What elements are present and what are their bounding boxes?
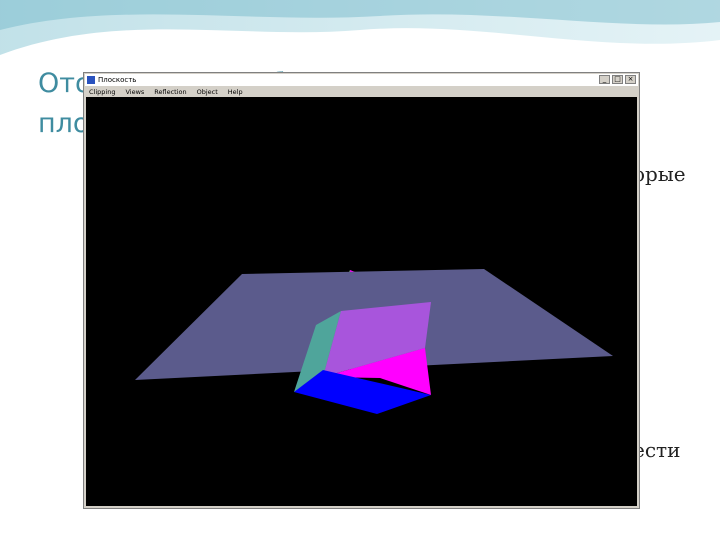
slide-body-text-2: ести (633, 438, 681, 462)
window-title: Плоскость (98, 76, 137, 84)
minimize-button[interactable]: _ (599, 75, 610, 84)
window-controls: _ □ × (599, 75, 636, 84)
app-window: Плоскость _ □ × Clipping Views Reflectio… (83, 72, 640, 509)
render-viewport[interactable] (86, 97, 637, 506)
menu-reflection[interactable]: Reflection (154, 88, 186, 96)
menubar: Clipping Views Reflection Object Help (85, 86, 638, 97)
menu-help[interactable]: Help (228, 88, 243, 96)
menu-object[interactable]: Object (197, 88, 218, 96)
app-icon (87, 76, 95, 84)
maximize-button[interactable]: □ (612, 75, 623, 84)
menu-clipping[interactable]: Clipping (89, 88, 115, 96)
slide-header-wave (0, 0, 720, 55)
slide-body-text-1: орые (633, 162, 686, 186)
window-titlebar[interactable]: Плоскость _ □ × (85, 74, 638, 86)
close-button[interactable]: × (625, 75, 636, 84)
menu-views[interactable]: Views (125, 88, 144, 96)
scene-svg (135, 269, 613, 414)
